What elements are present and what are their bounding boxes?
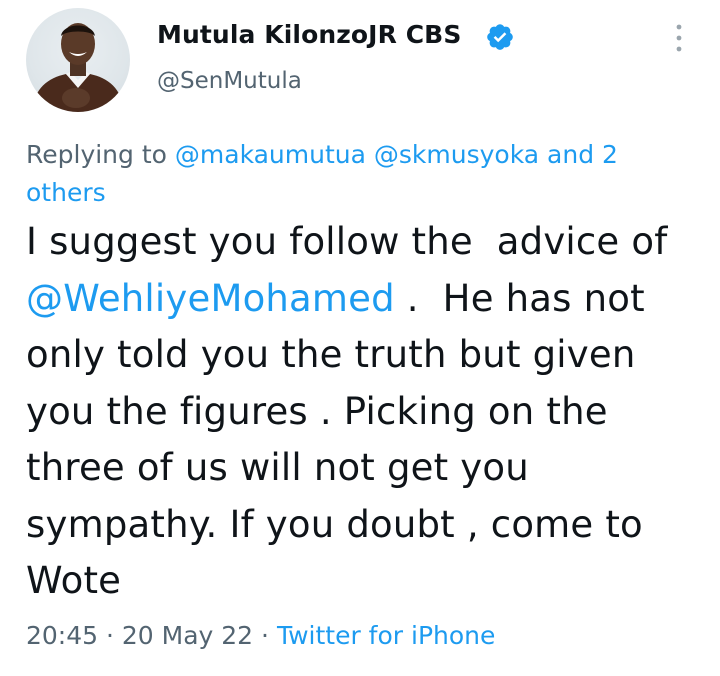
tweet-date[interactable]: 20 May 22	[122, 621, 253, 650]
avatar[interactable]	[26, 8, 130, 112]
author-handle[interactable]: @SenMutula	[157, 68, 302, 94]
meta-separator: ·	[253, 621, 277, 650]
tweet-text: I suggest you follow the advice of @Wehl…	[26, 214, 706, 610]
more-vertical-icon[interactable]	[670, 22, 688, 54]
tweet-text-part1: I suggest you follow the advice of	[26, 220, 680, 263]
replying-to: Replying to @makaumutua @skmusyoka and 2…	[26, 136, 696, 212]
replying-to-label: Replying to	[26, 140, 175, 169]
tweet-time[interactable]: 20:45	[26, 621, 98, 650]
verified-badge-icon	[485, 22, 515, 52]
mention-link-wehliyemohamed[interactable]: @WehliyeMohamed	[26, 277, 395, 320]
tweet-text-part2: . He has not only told you the truth but…	[26, 276, 657, 603]
meta-separator: ·	[98, 621, 122, 650]
tweet-meta: 20:45 · 20 May 22 · Twitter for iPhone	[26, 621, 495, 650]
author-display-name[interactable]: Mutula KilonzoJR CBS	[157, 20, 461, 49]
tweet-source-link[interactable]: Twitter for iPhone	[277, 621, 495, 650]
mention-link-skmusyoka[interactable]: @skmusyoka	[374, 140, 539, 169]
mention-link-makaumutua[interactable]: @makaumutua	[175, 140, 366, 169]
